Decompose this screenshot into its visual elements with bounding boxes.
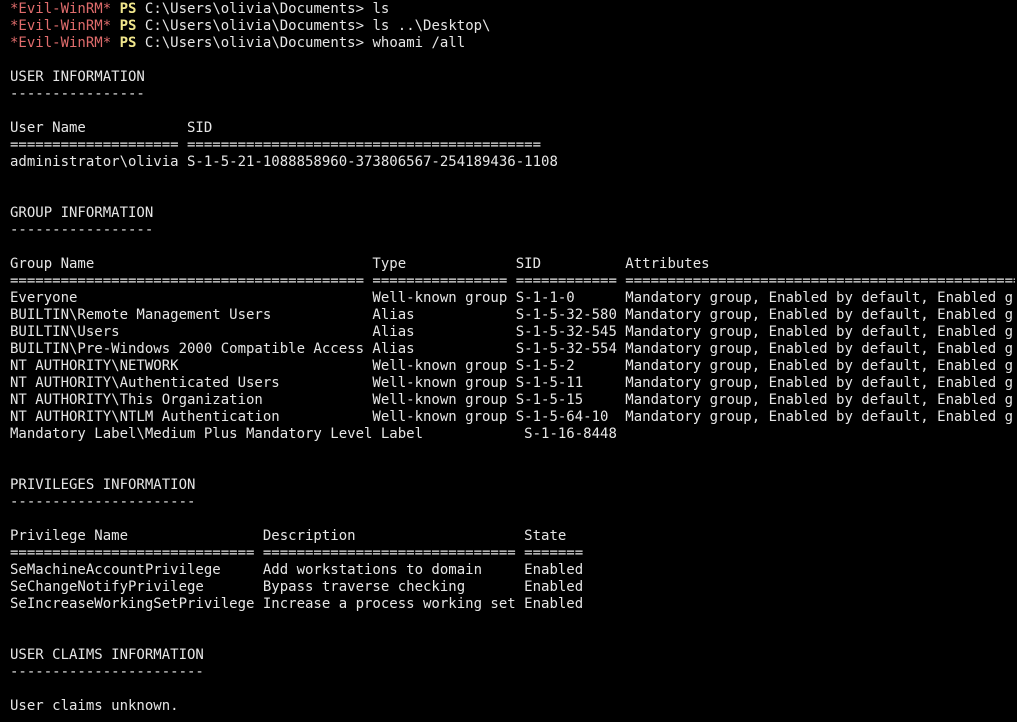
- ps-label: PS: [119, 18, 137, 34]
- user-claims-text: User claims unknown.: [10, 698, 179, 714]
- table-row: SeIncreaseWorkingSetPrivilege Increase a…: [10, 596, 584, 612]
- table-header: Privilege Name Description State: [10, 528, 567, 544]
- table-row: NT AUTHORITY\Authenticated Users Well-kn…: [10, 375, 1015, 391]
- prompt-path: C:\Users\olivia\Documents>: [144, 35, 365, 51]
- table-row: BUILTIN\Users Alias S-1-5-32-545 Mandato…: [10, 324, 1015, 340]
- table-row: NT AUTHORITY\NETWORK Well-known group S-…: [10, 358, 1015, 374]
- table-header: User Name SID: [10, 120, 213, 136]
- table-row: BUILTIN\Remote Management Users Alias S-…: [10, 307, 1015, 323]
- section-underline: -----------------: [10, 222, 154, 238]
- section-title-user-claims-info: USER CLAIMS INFORMATION: [10, 647, 204, 663]
- terminal-window[interactable]: *Evil-WinRM* PS C:\Users\olivia\Document…: [10, 1, 1015, 721]
- prompt-path: C:\Users\olivia\Documents>: [144, 1, 365, 17]
- section-title-privileges-info: PRIVILEGES INFORMATION: [10, 477, 196, 493]
- prompt-tag: *Evil-WinRM*: [10, 18, 112, 34]
- table-row: Mandatory Label\Medium Plus Mandatory Le…: [10, 426, 617, 442]
- prompt-tag: *Evil-WinRM*: [10, 1, 112, 17]
- table-row: BUILTIN\Pre-Windows 2000 Compatible Acce…: [10, 341, 1015, 357]
- table-row: NT AUTHORITY\This Organization Well-know…: [10, 392, 1015, 408]
- prompt-line: *Evil-WinRM* PS C:\Users\olivia\Document…: [10, 35, 1015, 52]
- section-underline: ----------------: [10, 86, 145, 102]
- section-underline: ----------------------: [10, 494, 196, 510]
- table-row: NT AUTHORITY\NTLM Authentication Well-kn…: [10, 409, 1015, 425]
- table-header: Group Name Type SID Attributes: [10, 256, 710, 272]
- table-separator: ============================= ==========…: [10, 545, 584, 561]
- prompt-line: *Evil-WinRM* PS C:\Users\olivia\Document…: [10, 18, 1015, 35]
- section-title-user-info: USER INFORMATION: [10, 69, 145, 85]
- table-separator: ==================== ===================…: [10, 137, 542, 153]
- section-title-group-info: GROUP INFORMATION: [10, 205, 154, 221]
- table-row: SeMachineAccountPrivilege Add workstatio…: [10, 562, 584, 578]
- prompt-line: *Evil-WinRM* PS C:\Users\olivia\Document…: [10, 1, 1015, 18]
- command-text: ls: [372, 1, 390, 17]
- table-separator: ========================================…: [10, 273, 1015, 289]
- table-row: Everyone Well-known group S-1-1-0 Mandat…: [10, 290, 1015, 306]
- command-text: ls ..\Desktop\: [372, 18, 491, 34]
- table-row: administrator\olivia S-1-5-21-1088858960…: [10, 154, 558, 170]
- prompt-tag: *Evil-WinRM*: [10, 35, 112, 51]
- ps-label: PS: [119, 35, 137, 51]
- section-underline: -----------------------: [10, 664, 204, 680]
- prompt-path: C:\Users\olivia\Documents>: [144, 18, 365, 34]
- table-row: SeChangeNotifyPrivilege Bypass traverse …: [10, 579, 584, 595]
- command-text: whoami /all: [372, 35, 466, 51]
- ps-label: PS: [119, 1, 137, 17]
